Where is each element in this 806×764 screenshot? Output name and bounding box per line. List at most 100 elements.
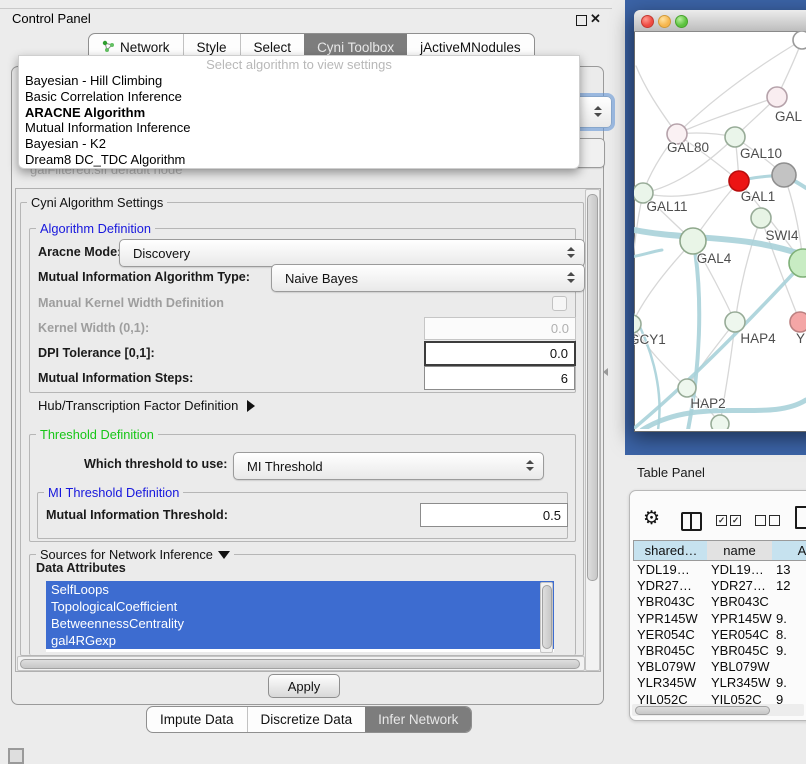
network-node-gal[interactable]	[767, 87, 787, 107]
float-panel-icon[interactable]	[576, 15, 587, 26]
attribute-list-item[interactable]: TopologicalCoefficient	[46, 598, 554, 615]
mi-threshold-label: Mutual Information Threshold:	[46, 508, 228, 522]
list-scrollbar[interactable]	[540, 582, 553, 653]
manual-kernel-checkbox[interactable]	[552, 296, 567, 311]
attribute-list-item[interactable]: gal4RGexp	[46, 632, 554, 649]
algorithm-option[interactable]: ARACNE Algorithm	[19, 105, 579, 121]
algorithm-option[interactable]: Bayesian - Hill Climbing	[19, 73, 579, 89]
mi-type-combo[interactable]: Naive Bayes	[271, 264, 585, 292]
table-cell[interactable]: YBR043C	[711, 594, 769, 609]
table-cell[interactable]: 9.	[776, 675, 787, 690]
minimize-window-icon[interactable]	[658, 15, 671, 28]
network-node[interactable]	[793, 31, 806, 49]
table-cell[interactable]: 9.	[776, 611, 787, 626]
algorithm-option[interactable]: Basic Correlation Inference	[19, 89, 579, 105]
list-scrollbar-thumb[interactable]	[542, 585, 552, 649]
zoom-window-icon[interactable]	[675, 15, 688, 28]
mi-type-value: Naive Bayes	[285, 271, 358, 286]
tab-infer-network[interactable]: Infer Network	[365, 707, 471, 732]
table-hscrollbar-thumb[interactable]	[635, 706, 770, 715]
select-all-checkbox-icon[interactable]: ✓	[716, 515, 727, 526]
column-header-2[interactable]: name	[707, 540, 773, 561]
network-edge	[636, 66, 677, 134]
network-node-gal1[interactable]	[729, 171, 749, 191]
close-window-icon[interactable]	[641, 15, 654, 28]
network-node-hap2[interactable]	[678, 379, 696, 397]
tab-label: Network	[120, 40, 170, 55]
algorithm-option[interactable]: Bayesian - K2	[19, 136, 579, 152]
tab-label: Select	[254, 40, 292, 55]
splitter-collapse-icon[interactable]	[603, 368, 608, 376]
network-node-hap4[interactable]	[725, 312, 745, 332]
combo-arrows-icon	[594, 106, 602, 118]
close-panel-icon[interactable]: ✕	[590, 11, 601, 27]
table-cell[interactable]: 13	[776, 562, 790, 577]
table-cell[interactable]: YBR045C	[711, 643, 769, 658]
algorithm-option[interactable]: Dream8 DC_TDC Algorithm	[19, 152, 579, 168]
algorithm-dropdown-popup: Select algorithm to view settings Bayesi…	[18, 55, 580, 169]
network-node[interactable]	[772, 163, 796, 187]
kernel-width-label: Kernel Width (0,1):	[38, 321, 149, 335]
apply-button[interactable]: Apply	[268, 674, 340, 698]
table-cell[interactable]: YDR27…	[711, 578, 766, 593]
table-cell[interactable]: YDL19…	[711, 562, 764, 577]
network-node-swi4[interactable]	[751, 208, 771, 228]
algorithm-option[interactable]: Mutual Information Inference	[19, 120, 579, 136]
deselect-all-checkbox-icon[interactable]	[769, 515, 780, 526]
mi-threshold-field[interactable]: 0.5	[420, 503, 568, 527]
settings-hscrollbar[interactable]	[17, 656, 585, 671]
network-edge	[634, 250, 662, 258]
data-attributes-label: Data Attributes	[36, 561, 126, 575]
table-cell[interactable]: YBR045C	[637, 643, 695, 658]
table-hscrollbar[interactable]	[632, 704, 804, 716]
control-panel-title: Control Panel	[12, 11, 91, 26]
split-columns-icon[interactable]	[681, 512, 702, 531]
cyni-settings-legend: Cyni Algorithm Settings	[27, 195, 167, 210]
combo-arrows-icon	[567, 247, 575, 259]
aracne-mode-combo[interactable]: Discovery	[119, 239, 585, 267]
table-cell[interactable]: YDR27…	[637, 578, 692, 593]
tab-label: Impute Data	[160, 712, 234, 727]
which-threshold-combo[interactable]: MI Threshold	[233, 452, 544, 480]
mi-steps-field[interactable]: 6	[424, 366, 575, 390]
network-node[interactable]	[711, 415, 729, 429]
network-edge	[677, 97, 777, 134]
table-cell[interactable]: 9.	[776, 643, 787, 658]
tab-impute-data[interactable]: Impute Data	[147, 707, 247, 732]
network-canvas[interactable]: GALGAL80GAL10GAL1GAL11SWI4GAL4GCY1HAP4YH…	[634, 31, 806, 429]
table-cell[interactable]: 12	[776, 578, 790, 593]
table-cell[interactable]: YBL079W	[711, 659, 770, 674]
new-table-icon[interactable]	[795, 506, 806, 529]
attribute-list-item[interactable]: SelfLoops	[46, 581, 554, 598]
table-cell[interactable]: YLR345W	[637, 675, 696, 690]
table-cell[interactable]: YDL19…	[637, 562, 690, 577]
gear-icon[interactable]: ⚙	[643, 507, 660, 530]
table-cell[interactable]: YLR345W	[711, 675, 770, 690]
tab-label: Cyni Toolbox	[317, 40, 394, 55]
hub-definition-expander[interactable]: Hub/Transcription Factor Definition	[38, 398, 255, 413]
settings-hscrollbar-thumb[interactable]	[20, 659, 580, 669]
table-cell[interactable]: YBL079W	[637, 659, 696, 674]
table-cell[interactable]: 8.	[776, 627, 787, 642]
sources-legend[interactable]: Sources for Network Inference	[36, 547, 234, 562]
column-header-3[interactable]: A	[772, 540, 806, 561]
network-node-y[interactable]	[790, 312, 806, 332]
table-cell[interactable]: YPR145W	[711, 611, 772, 626]
attribute-list-item[interactable]: BetweennessCentrality	[46, 615, 554, 632]
deselect-all-checkbox-icon[interactable]	[755, 515, 766, 526]
kernel-width-field[interactable]: 0.0	[424, 317, 576, 340]
table-cell[interactable]: YER054C	[637, 627, 695, 642]
node-label-hap4: HAP4	[740, 331, 776, 346]
select-all-checkbox-icon[interactable]: ✓	[730, 515, 741, 526]
table-cell[interactable]: YER054C	[711, 627, 769, 642]
node-label-y: Y	[796, 331, 805, 346]
table-cell[interactable]: YPR145W	[637, 611, 698, 626]
column-header-1[interactable]: shared…	[633, 540, 709, 561]
network-node-gal10[interactable]	[725, 127, 745, 147]
settings-vscrollbar[interactable]	[585, 189, 600, 671]
tab-discretize-data[interactable]: Discretize Data	[247, 707, 366, 732]
settings-vscrollbar-thumb[interactable]	[587, 194, 598, 581]
dpi-tolerance-field[interactable]: 0.0	[424, 341, 576, 366]
network-node-gcy1[interactable]	[634, 315, 641, 333]
table-cell[interactable]: YBR043C	[637, 594, 695, 609]
